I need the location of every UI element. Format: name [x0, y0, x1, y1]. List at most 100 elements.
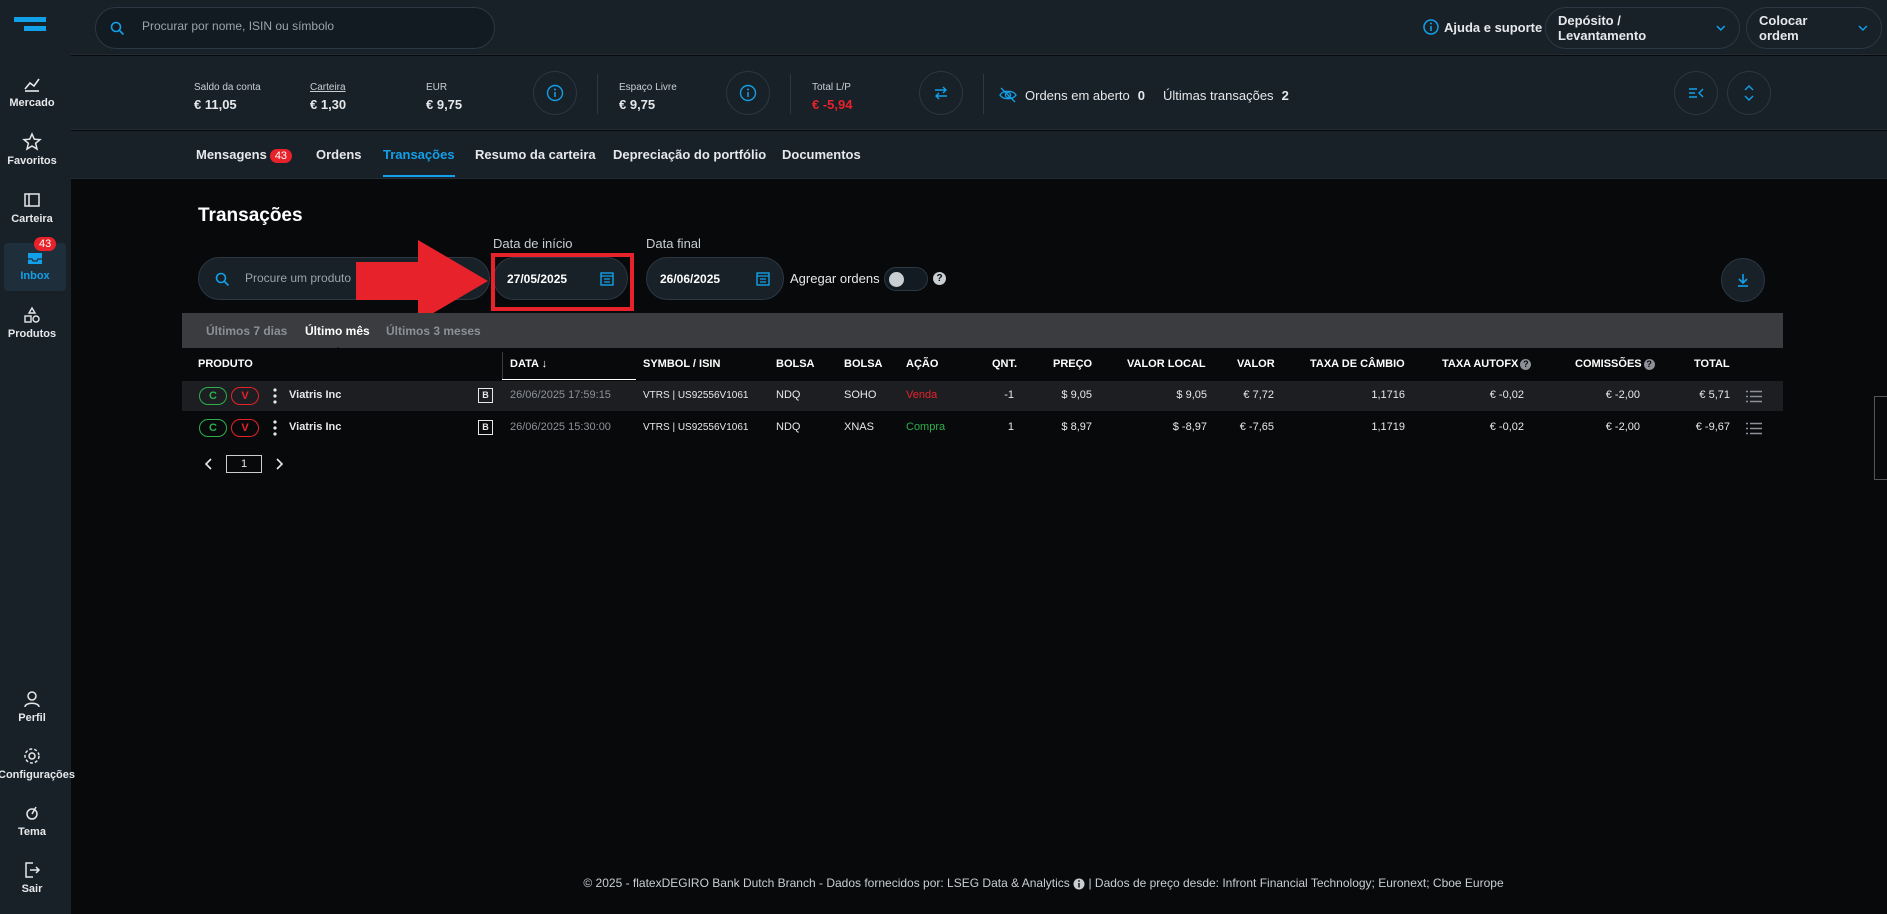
symbol-cell: VTRS | US92556V1061 [643, 422, 749, 433]
tab-documentos[interactable]: Documentos [782, 147, 861, 175]
more-vertical-icon[interactable] [273, 388, 277, 404]
place-order-label: Colocar ordem [1759, 13, 1808, 43]
current-page[interactable]: 1 [226, 455, 262, 473]
tab-resumo-carteira[interactable]: Resumo da carteira [475, 147, 596, 175]
global-search-input[interactable] [142, 19, 462, 33]
orders-info[interactable]: Ordens em aberto 0 Últimas transações 2 [999, 87, 1299, 103]
header-symbol[interactable]: SYMBOL / ISIN [643, 358, 720, 370]
nav-inbox[interactable]: Inbox 43 [4, 237, 66, 291]
header-local-value[interactable]: VALOR LOCAL [1127, 358, 1206, 370]
table-row[interactable]: C V Viatris Inc B 26/06/2025 17:59:15 VT… [182, 381, 1783, 411]
header-value[interactable]: VALOR [1237, 358, 1275, 370]
nav-favoritos-label: Favoritos [7, 155, 57, 167]
sell-button[interactable]: V [231, 419, 259, 437]
help-link[interactable]: Ajuda e suporte [1423, 19, 1542, 35]
deposit-button[interactable]: Depósito / Levantamento [1545, 7, 1740, 49]
action-cell: Venda [906, 389, 938, 401]
swap-icon [935, 86, 947, 100]
tab-ordens[interactable]: Ordens [316, 147, 362, 175]
nav-favoritos[interactable]: Favoritos [0, 132, 64, 167]
header-product[interactable]: PRODUTO [198, 358, 253, 370]
header-qty[interactable]: QNT. [992, 358, 1017, 370]
info-button[interactable] [726, 71, 770, 115]
row-menu-icon[interactable] [1746, 390, 1762, 403]
balance-label: Saldo da conta [194, 82, 261, 93]
end-date-field[interactable]: 26/06/2025 [646, 257, 784, 300]
expand-vertical-icon [1744, 85, 1754, 101]
eur-value: € 9,75 [426, 97, 463, 112]
global-search[interactable] [95, 7, 495, 49]
header-date[interactable]: DATA ↓ [510, 358, 547, 370]
calendar-icon[interactable] [755, 271, 771, 287]
product-name[interactable]: Viatris Inc [289, 421, 341, 433]
nav-produtos[interactable]: Produtos [0, 305, 64, 340]
buy-button[interactable]: C [199, 419, 227, 437]
header-bolsa-2[interactable]: BOLSA [844, 358, 883, 370]
sell-button[interactable]: V [231, 387, 259, 405]
row-menu-icon[interactable] [1746, 422, 1762, 435]
header-price[interactable]: PREÇO [1053, 358, 1092, 370]
nav-carteira[interactable]: Carteira [0, 190, 64, 225]
feedback-tab[interactable] [1874, 396, 1887, 480]
b-badge: B [478, 388, 493, 403]
date-cell: 26/06/2025 17:59:15 [510, 389, 611, 401]
header-action[interactable]: AÇÃO [906, 358, 938, 370]
venue-cell: XNAS [844, 421, 874, 433]
expand-button[interactable] [1727, 71, 1771, 115]
tab-mensagens[interactable]: Mensagens 43 [196, 147, 293, 175]
chevron-right-icon[interactable] [274, 458, 284, 470]
info-icon [739, 84, 757, 102]
help-question-icon[interactable]: ? [1643, 358, 1655, 370]
nav-configuracoes[interactable]: Configurações [0, 746, 75, 781]
tab-depreciacao[interactable]: Depreciação do portfólio [613, 147, 766, 175]
nav-carteira-label: Carteira [11, 213, 53, 225]
table-row[interactable]: C V Viatris Inc B 26/06/2025 15:30:00 VT… [182, 413, 1783, 443]
download-button[interactable] [1721, 258, 1765, 302]
period-last-month[interactable]: Último mês [305, 324, 370, 353]
download-icon [1738, 274, 1748, 287]
nav-tema[interactable]: Tema [0, 803, 64, 838]
period-7-days[interactable]: Últimos 7 dias [206, 324, 287, 338]
chevron-left-icon[interactable] [204, 458, 214, 470]
list-filter-icon [1689, 88, 1704, 98]
header-total[interactable]: TOTAL [1694, 358, 1730, 370]
search-icon [110, 21, 125, 36]
messages-badge: 43 [269, 149, 293, 163]
degiro-logo[interactable] [14, 17, 46, 39]
portfolio-summary[interactable]: Carteira € 1,30 [310, 82, 346, 112]
period-3-months[interactable]: Últimos 3 meses [386, 324, 481, 338]
total-cell: € -9,67 [1695, 421, 1730, 433]
nav-perfil[interactable]: Perfil [0, 689, 64, 724]
top-bar: Ajuda e suporte Depósito / Levantamento … [71, 0, 1887, 55]
product-name[interactable]: Viatris Inc [289, 389, 341, 401]
last-transactions-count: 2 [1281, 87, 1289, 103]
transfer-button[interactable] [919, 71, 963, 115]
footer-credits: © 2025 - flatexDEGIRO Bank Dutch Branch … [583, 876, 1070, 890]
info-icon[interactable] [1073, 878, 1085, 890]
free-space-value: € 9,75 [619, 97, 656, 112]
inbox-badge: 43 [34, 237, 57, 251]
header-fees[interactable]: COMISSÕES? [1575, 358, 1655, 370]
local-value-cell: $ -8,97 [1172, 421, 1207, 433]
autofx-cell: € -0,02 [1489, 389, 1524, 401]
more-vertical-icon[interactable] [273, 420, 277, 436]
header-bolsa-1[interactable]: BOLSA [776, 358, 815, 370]
portfolio-label[interactable]: Carteira [310, 82, 346, 93]
nav-mercado[interactable]: Mercado [0, 74, 64, 109]
help-question-icon[interactable]: ? [1520, 358, 1532, 370]
header-autofx[interactable]: TAXA AUTOFX? [1442, 358, 1532, 370]
help-question-icon[interactable]: ? [933, 272, 946, 285]
end-date-label: Data final [646, 236, 701, 251]
buy-button[interactable]: C [199, 387, 227, 405]
tab-depreciacao-label: Depreciação do portfólio [613, 147, 767, 162]
filter-list-button[interactable] [1674, 71, 1718, 115]
app: Mercado Favoritos Carteira Inbox 43 Prod… [0, 0, 1887, 914]
info-button[interactable] [533, 71, 577, 115]
header-fx-rate[interactable]: TAXA DE CÂMBIO [1310, 358, 1405, 370]
footer-price-sources: | Dados de preço desde: Infront Financia… [1088, 876, 1504, 890]
nav-mercado-label: Mercado [9, 97, 55, 109]
place-order-button[interactable]: Colocar ordem [1746, 7, 1882, 49]
price-cell: $ 9,05 [1061, 389, 1092, 401]
tab-transacoes[interactable]: Transações [383, 147, 455, 177]
aggregate-orders-toggle[interactable] [884, 267, 928, 291]
